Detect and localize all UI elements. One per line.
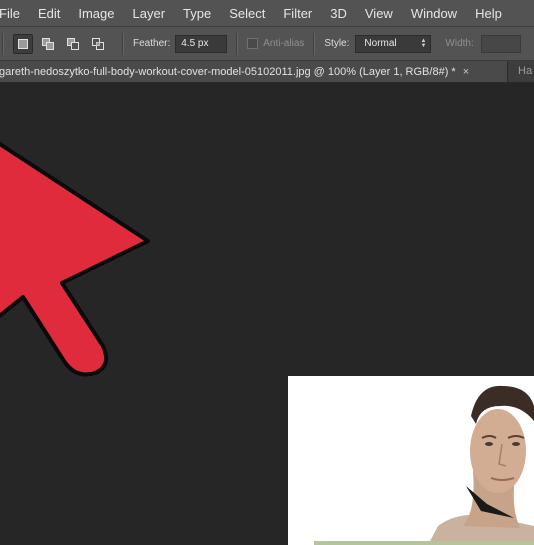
style-label: Style: [324,38,350,49]
style-select[interactable]: Normal ▲ ▼ [355,34,432,53]
style-select-value: Normal [364,38,397,49]
menu-help[interactable]: Help [466,0,511,27]
document-tab-title: gareth-nedoszytko-full-body-workout-cove… [0,65,456,78]
antialias-checkbox[interactable] [247,38,259,49]
add-to-selection-button[interactable] [38,34,58,54]
intersect-selection-icon [92,37,104,50]
width-input[interactable] [480,34,521,53]
options-bar: Feather: 4.5 px Anti-alias Style: Normal… [0,27,534,61]
intersect-selection-button[interactable] [88,34,108,54]
menu-view[interactable]: View [356,0,402,27]
close-icon[interactable]: × [463,66,469,78]
menu-layer[interactable]: Layer [124,0,175,27]
menu-window[interactable]: Window [402,0,466,27]
options-divider [236,32,239,55]
canvas-area[interactable] [0,83,534,545]
options-divider [2,32,4,55]
subtract-from-selection-button[interactable] [63,34,83,54]
menu-edit[interactable]: Edit [29,0,69,27]
menu-type[interactable]: Type [174,0,220,27]
document-tab-active[interactable]: gareth-nedoszytko-full-body-workout-cove… [0,61,508,82]
feather-input[interactable]: 4.5 px [175,34,228,53]
options-divider [122,32,124,55]
width-label: Width: [445,38,474,49]
menu-filter[interactable]: Filter [274,0,321,27]
menu-select[interactable]: Select [220,0,274,27]
antialias-label: Anti-alias [263,38,305,49]
menu-file[interactable]: File [0,0,29,27]
add-selection-icon [42,37,54,50]
menu-bar: File Edit Image Layer Type Select Filter… [0,0,534,27]
red-arrow-pointer [0,141,150,377]
feather-label: Feather: [133,38,171,49]
menu-3d[interactable]: 3D [321,0,356,27]
menu-image[interactable]: Image [69,0,123,27]
new-selection-button[interactable] [13,33,33,54]
options-divider [313,32,316,55]
subtract-selection-icon [67,37,79,50]
document-tab-second[interactable]: Ha [518,61,532,82]
document-tab-bar: gareth-nedoszytko-full-body-workout-cove… [0,61,534,83]
new-selection-icon [18,38,28,49]
chevron-up-down-icon: ▲ ▼ [420,37,427,49]
